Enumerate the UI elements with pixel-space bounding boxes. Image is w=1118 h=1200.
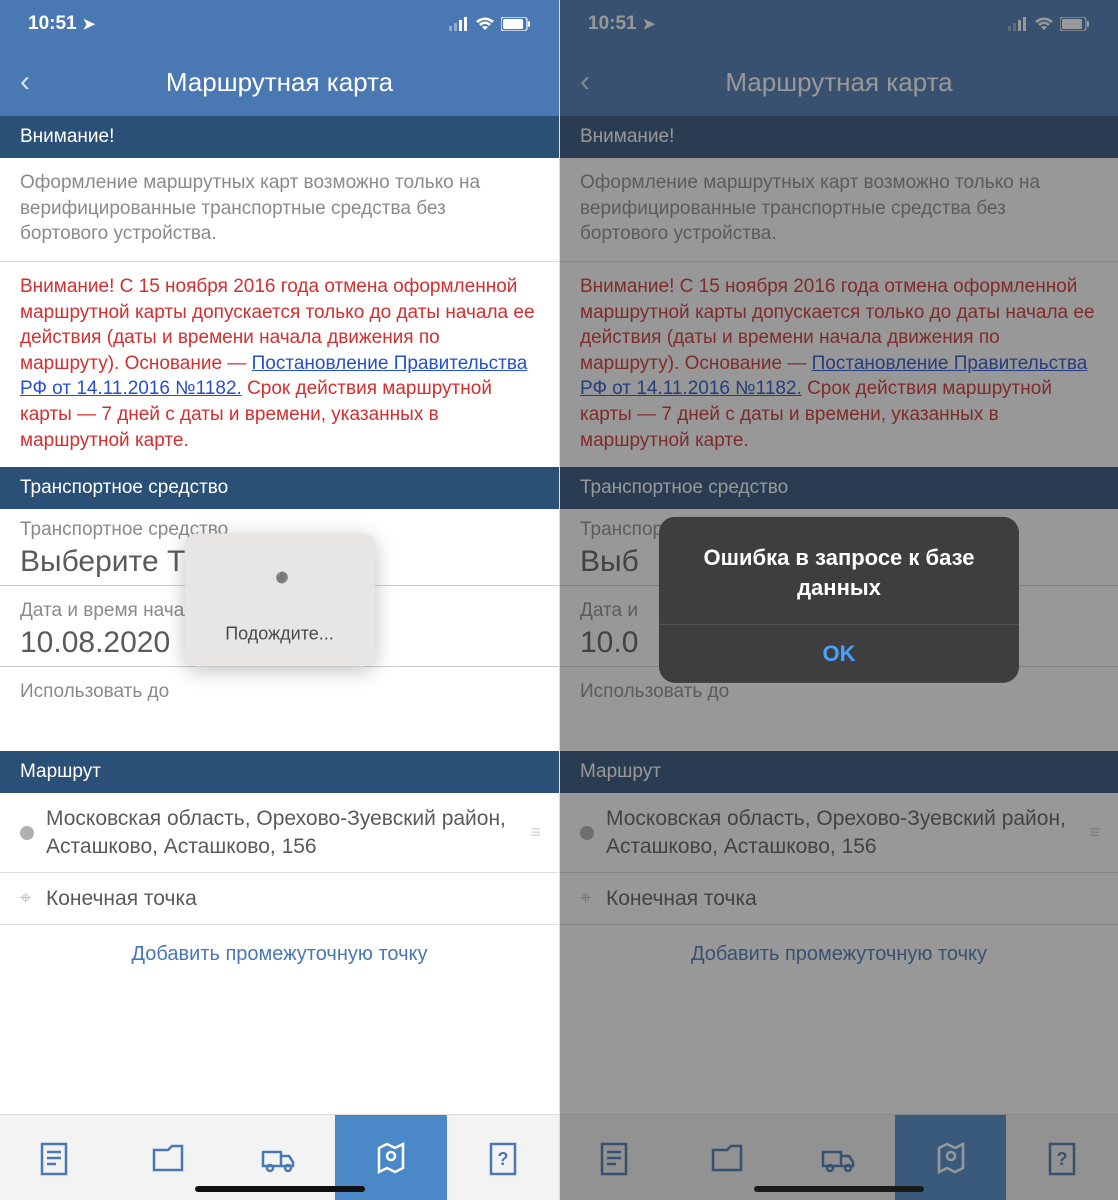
signal-icon xyxy=(449,17,469,31)
nav-title: Маршрутная карта xyxy=(610,67,1098,98)
info-gray-text: Оформление маршрутных карт возможно толь… xyxy=(580,170,1098,247)
route-start[interactable]: Московская область, Орехово-Зуевский рай… xyxy=(0,793,559,873)
tab-5[interactable]: ? xyxy=(447,1115,559,1200)
loading-text: Подождите... xyxy=(195,624,365,645)
status-icons xyxy=(1008,17,1090,31)
pin-icon: ⌖ xyxy=(20,887,34,910)
status-icons xyxy=(449,17,531,31)
status-time: 10:51 xyxy=(28,13,77,35)
loading-dialog: Подождите... xyxy=(185,534,375,667)
spinner-icon xyxy=(258,564,302,608)
status-time: 10:51 xyxy=(588,13,637,35)
battery-icon xyxy=(501,17,531,31)
error-alert: Ошибка в запросе к базе данных OK xyxy=(659,517,1019,683)
location-icon: ➤ xyxy=(643,15,656,33)
info-red-block: Внимание! С 15 ноября 2016 года отмена о… xyxy=(560,262,1118,467)
until-label: Использовать до xyxy=(20,681,539,703)
route-end[interactable]: ⌖ Конечная точка xyxy=(560,873,1118,925)
dot-icon xyxy=(20,826,34,840)
nav-bar: ‹ Маршрутная карта xyxy=(0,48,559,116)
home-indicator[interactable] xyxy=(754,1186,924,1192)
add-waypoint-link[interactable]: Добавить промежуточную точку xyxy=(0,925,559,980)
battery-icon xyxy=(1060,17,1090,31)
home-indicator[interactable] xyxy=(195,1186,365,1192)
until-field[interactable]: Использовать до xyxy=(0,671,559,713)
svg-text:?: ? xyxy=(498,1149,509,1169)
section-attention: Внимание! xyxy=(0,116,559,158)
nav-bar: ‹ Маршрутная карта xyxy=(560,48,1118,116)
back-button[interactable]: ‹ xyxy=(20,65,50,99)
phone-left: 10:51 ➤ ‹ Маршрутная карта Внимание! Офо… xyxy=(0,0,559,1200)
nav-title: Маршрутная карта xyxy=(50,67,539,98)
until-label: Использовать до xyxy=(580,681,1098,703)
svg-text:?: ? xyxy=(1057,1149,1068,1169)
info-red-block: Внимание! С 15 ноября 2016 года отмена о… xyxy=(0,262,559,467)
back-button[interactable]: ‹ xyxy=(580,65,610,99)
tab-1[interactable] xyxy=(0,1115,112,1200)
section-route: Маршрут xyxy=(560,751,1118,793)
status-bar: 10:51 ➤ xyxy=(560,0,1118,48)
phone-right: 10:51 ➤ ‹ Маршрутная карта Внимание! Офо… xyxy=(559,0,1118,1200)
add-waypoint-link[interactable]: Добавить промежуточную точку xyxy=(560,925,1118,980)
info-gray-text: Оформление маршрутных карт возможно толь… xyxy=(20,170,539,247)
pin-icon: ⌖ xyxy=(580,887,594,910)
drag-handle-icon[interactable]: ≡ xyxy=(1089,822,1098,843)
route-end[interactable]: ⌖ Конечная точка xyxy=(0,873,559,925)
wifi-icon xyxy=(1034,17,1054,31)
status-bar: 10:51 ➤ xyxy=(0,0,559,48)
alert-message: Ошибка в запросе к базе данных xyxy=(659,517,1019,624)
route-start-text: Московская область, Орехово-Зуевский рай… xyxy=(606,805,1077,860)
location-icon: ➤ xyxy=(83,15,96,33)
route-end-text: Конечная точка xyxy=(46,885,539,912)
route-start-text: Московская область, Орехово-Зуевский рай… xyxy=(46,805,518,860)
signal-icon xyxy=(1008,17,1028,31)
dot-icon xyxy=(580,826,594,840)
section-vehicle: Транспортное средство xyxy=(0,467,559,509)
route-end-text: Конечная точка xyxy=(606,885,1098,912)
wifi-icon xyxy=(475,17,495,31)
info-gray-block: Оформление маршрутных карт возможно толь… xyxy=(560,158,1118,262)
drag-handle-icon[interactable]: ≡ xyxy=(530,822,539,843)
info-gray-block: Оформление маршрутных карт возможно толь… xyxy=(0,158,559,262)
route-start[interactable]: Московская область, Орехово-Зуевский рай… xyxy=(560,793,1118,873)
section-attention: Внимание! xyxy=(560,116,1118,158)
section-route: Маршрут xyxy=(0,751,559,793)
alert-ok-button[interactable]: OK xyxy=(659,624,1019,683)
tab-5[interactable]: ? xyxy=(1006,1115,1118,1200)
tab-1[interactable] xyxy=(560,1115,672,1200)
section-vehicle: Транспортное средство xyxy=(560,467,1118,509)
